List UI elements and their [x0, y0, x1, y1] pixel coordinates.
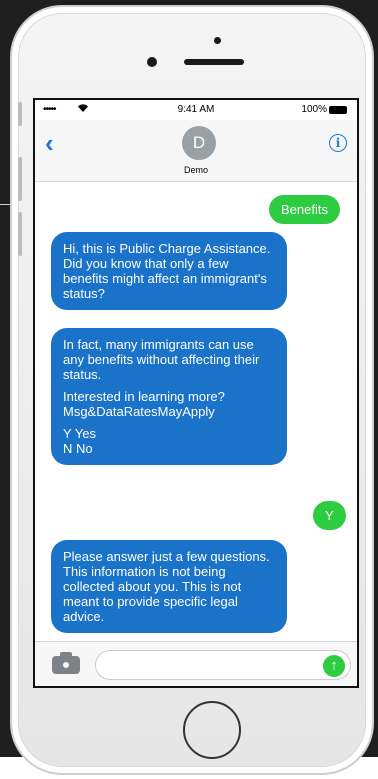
message-incoming: Please answer just a few questions. This… — [51, 540, 287, 633]
mute-switch — [18, 102, 22, 126]
camera-icon[interactable] — [52, 652, 80, 674]
message-thread[interactable]: Benefits Hi, this is Public Charge Assis… — [35, 183, 357, 641]
message-composer: ↑ — [35, 641, 357, 686]
message-input[interactable] — [95, 650, 351, 680]
avatar[interactable]: D — [182, 126, 216, 160]
message-text: Y Yes N No — [63, 426, 97, 456]
front-camera — [147, 57, 157, 67]
home-button[interactable] — [183, 701, 241, 759]
conversation-header: ‹ D Demo i — [35, 120, 357, 182]
status-bar: ••••• 9:41 AM 100% — [35, 100, 357, 120]
message-incoming: Hi, this is Public Charge Assistance. Di… — [51, 232, 287, 310]
message-text: Please answer just a few questions. This… — [63, 549, 270, 624]
message-outgoing: Benefits — [269, 195, 340, 224]
battery-icon — [329, 106, 347, 114]
arrow-up-icon[interactable]: ↑ — [323, 655, 345, 677]
proximity-sensor — [214, 37, 221, 44]
message-text: Benefits — [281, 202, 328, 217]
message-text: Hi, this is Public Charge Assistance. Di… — [63, 241, 271, 301]
phone-screen: ••••• 9:41 AM 100% ‹ D Demo i Benefits H… — [33, 98, 359, 688]
message-text: Y — [325, 508, 334, 523]
chevron-left-icon[interactable]: ‹ — [45, 130, 54, 156]
camera-icon-lens — [60, 659, 72, 671]
battery-percentage: 100% — [301, 104, 327, 115]
message-text: Interested in learning more? Msg&DataRat… — [63, 389, 225, 419]
message-text: In fact, many immigrants can use any ben… — [63, 337, 260, 382]
info-icon[interactable]: i — [329, 134, 347, 152]
volume-up-button — [18, 157, 22, 201]
message-outgoing: Y — [313, 501, 346, 530]
contact-name[interactable]: Demo — [35, 165, 357, 175]
earpiece-speaker — [184, 59, 244, 65]
message-incoming: In fact, many immigrants can use any ben… — [51, 328, 287, 465]
volume-down-button — [18, 212, 22, 256]
